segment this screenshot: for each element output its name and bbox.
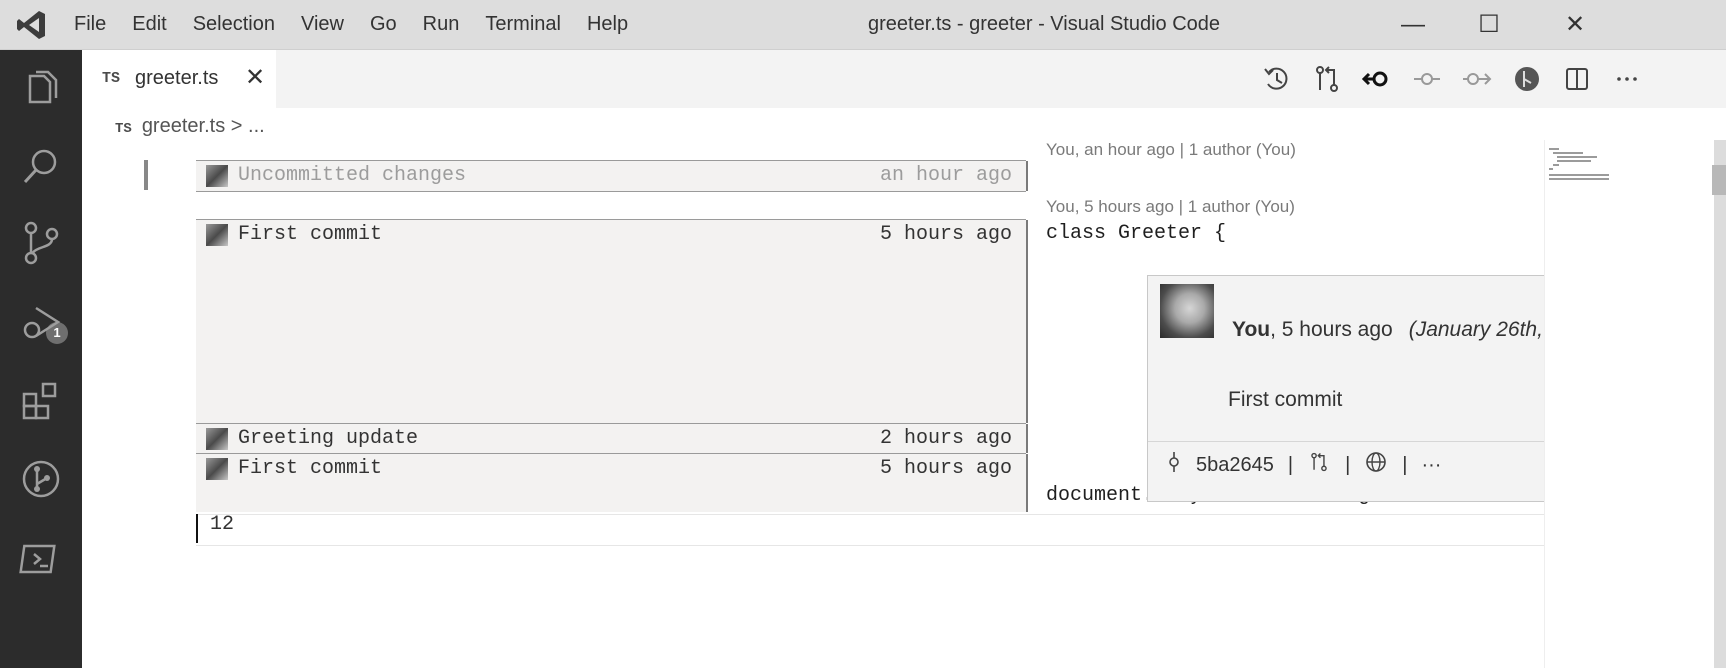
terminal-icon[interactable]	[16, 534, 66, 584]
blame-date: 5 hours ago	[879, 223, 1012, 246]
menu-file[interactable]: File	[74, 13, 106, 36]
menu-selection[interactable]: Selection	[193, 13, 275, 36]
more-actions-icon[interactable]: ···	[1421, 454, 1441, 477]
blame-annotation[interactable]: Greeting update 2 hours ago	[196, 423, 1028, 454]
minimap-line	[1557, 156, 1597, 158]
globe-icon[interactable]	[1364, 450, 1388, 480]
explorer-icon[interactable]	[16, 64, 66, 114]
minimap[interactable]	[1544, 140, 1715, 668]
source-control-icon[interactable]	[16, 218, 66, 268]
next-revision-icon[interactable]	[1460, 62, 1494, 96]
blame-date: 5 hours ago	[879, 457, 1012, 480]
tab-greeter-ts[interactable]: TS greeter.ts ✕	[82, 50, 276, 108]
vscode-logo-icon	[17, 11, 45, 39]
tab-label: greeter.ts	[135, 67, 219, 89]
menu-help[interactable]: Help	[587, 13, 628, 36]
compare-icon[interactable]	[1307, 450, 1331, 480]
author-avatar	[206, 458, 228, 480]
minimize-button[interactable]: —	[1398, 10, 1428, 40]
blame-message: Greeting update	[238, 427, 419, 450]
activity-bar: 1	[0, 50, 82, 668]
title-bar: File Edit Selection View Go Run Terminal…	[0, 0, 1726, 50]
minimap-line	[1557, 160, 1591, 162]
extensions-icon[interactable]	[16, 376, 66, 426]
breadcrumb: TS greeter.ts > ...	[115, 115, 265, 138]
blame-bar	[1026, 220, 1028, 423]
gitlens-icon[interactable]	[1510, 62, 1544, 96]
codelens-authors[interactable]: You, 5 hours ago | 1 author (You)	[1046, 197, 1295, 217]
gutter-change-marker	[144, 160, 148, 190]
blame-bar	[1026, 454, 1028, 512]
window-title: greeter.ts - greeter - Visual Studio Cod…	[868, 13, 1221, 35]
menu-terminal[interactable]: Terminal	[485, 13, 561, 36]
menu-go[interactable]: Go	[370, 13, 397, 36]
scrollbar-thumb[interactable]	[1712, 165, 1726, 195]
maximize-button[interactable]: ☐	[1474, 10, 1504, 40]
minimap-line	[1549, 174, 1609, 176]
blame-annotation[interactable]: First commit 5 hours ago	[196, 219, 1028, 424]
blame-bar	[1026, 424, 1028, 453]
footer-separator: |	[1402, 453, 1408, 476]
commit-author: You	[1232, 318, 1271, 341]
split-editor-icon[interactable]	[1560, 62, 1594, 96]
minimap-line	[1549, 148, 1559, 150]
minimap-line	[1553, 152, 1583, 154]
blame-message: Uncommitted changes	[238, 164, 467, 187]
code-line-2: class Greeter {	[1046, 222, 1227, 245]
toggle-blame-icon[interactable]	[1360, 62, 1394, 96]
close-window-button[interactable]: ✕	[1560, 10, 1590, 40]
git-graph-icon[interactable]	[16, 454, 66, 504]
run-debug-icon[interactable]	[16, 298, 66, 348]
minimap-line	[1549, 168, 1553, 170]
minimap-line	[1553, 164, 1559, 166]
blame-annotation[interactable]: First commit 5 hours ago	[196, 453, 1028, 512]
breadcrumb-file[interactable]: greeter.ts	[142, 115, 225, 137]
minimap-line	[1549, 178, 1609, 180]
typescript-file-icon: TS	[115, 121, 132, 137]
commit-icon	[1166, 450, 1182, 480]
breadcrumb-symbols[interactable]: ...	[248, 115, 265, 137]
text-cursor	[196, 514, 198, 543]
menu-edit[interactable]: Edit	[132, 13, 166, 36]
commit-message: First commit	[1228, 388, 1343, 411]
menu-run[interactable]: Run	[423, 13, 460, 36]
current-line-highlight	[196, 514, 1544, 546]
author-avatar	[206, 165, 228, 187]
close-tab-icon[interactable]: ✕	[245, 63, 265, 92]
history-icon[interactable]	[1260, 62, 1294, 96]
menu-view[interactable]: View	[301, 13, 344, 36]
breadcrumb-separator: >	[230, 115, 243, 137]
blame-date: an hour ago	[879, 164, 1012, 187]
commit-relative-date: , 5 hours ago	[1270, 318, 1393, 341]
more-actions-icon[interactable]	[1610, 62, 1644, 96]
menu-bar: File Edit Selection View Go Run Terminal…	[74, 0, 654, 49]
commit-sha-link[interactable]: 5ba2645	[1196, 454, 1274, 477]
search-icon[interactable]	[16, 142, 66, 192]
hover-footer: 5ba2645 | | | ···	[1166, 450, 1455, 480]
footer-separator: |	[1345, 453, 1351, 476]
vertical-scrollbar[interactable]	[1714, 140, 1726, 668]
codelens-authors[interactable]: You, an hour ago | 1 author (You)	[1046, 140, 1296, 160]
compare-icon[interactable]	[1310, 62, 1344, 96]
author-avatar	[206, 224, 228, 246]
blame-bar	[1026, 161, 1028, 191]
author-avatar	[206, 428, 228, 450]
typescript-file-icon: TS	[102, 70, 121, 87]
blame-message: First commit	[238, 223, 383, 246]
footer-separator: |	[1287, 453, 1294, 476]
blame-annotation[interactable]: Uncommitted changes an hour ago	[196, 160, 1028, 192]
blame-message: First commit	[238, 457, 383, 480]
previous-revision-icon[interactable]	[1410, 62, 1444, 96]
blame-date: 2 hours ago	[879, 427, 1012, 450]
